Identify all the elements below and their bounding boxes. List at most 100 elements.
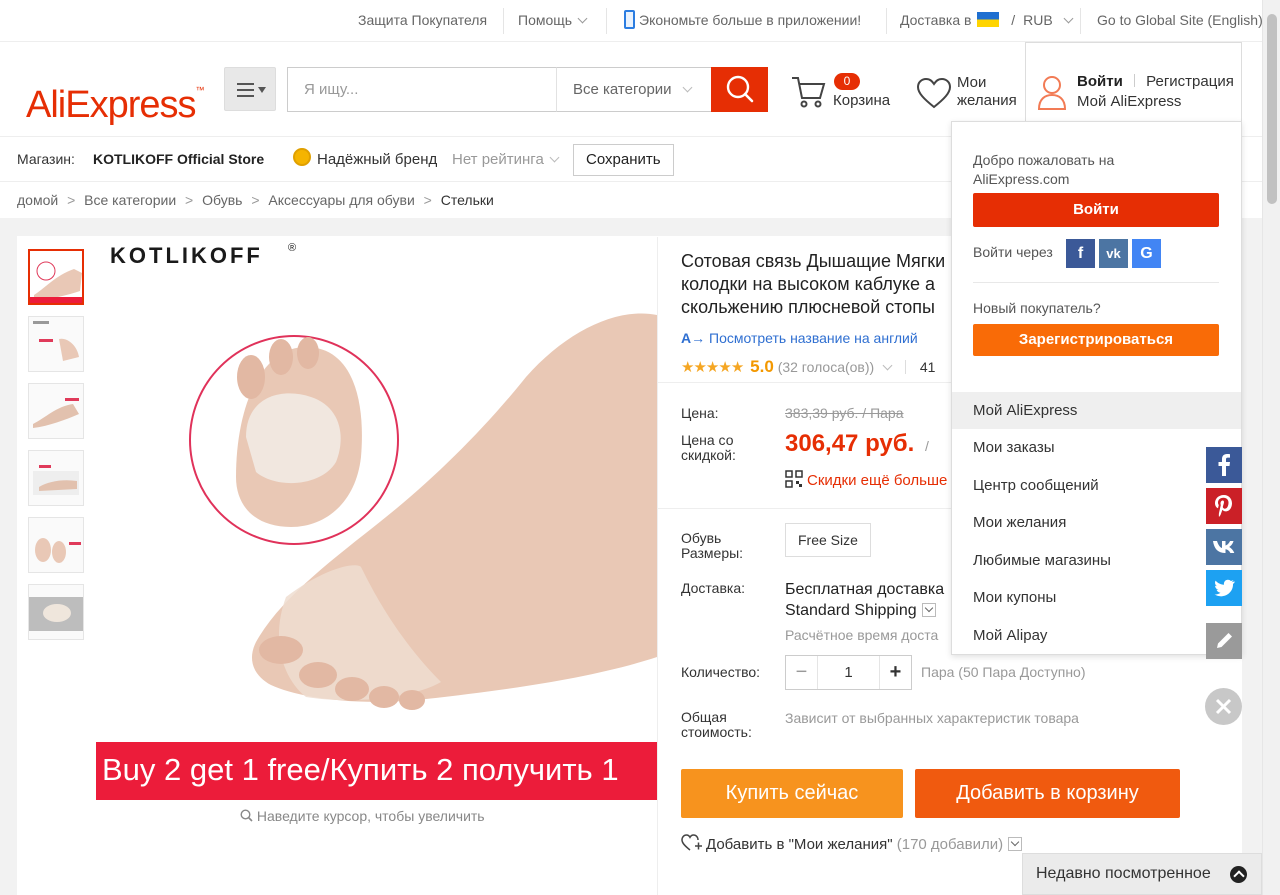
ship-to-label: Доставка в xyxy=(900,12,972,28)
dropdown-register-button[interactable]: Зарегистрироваться xyxy=(973,324,1219,356)
shipping-free: Бесплатная доставка xyxy=(785,581,945,598)
main-product-image[interactable]: KOTLIKOFF ® xyxy=(96,237,657,800)
chevron-up-icon xyxy=(1230,866,1247,883)
scrollbar-thumb[interactable] xyxy=(1267,14,1277,204)
store-rating-menu[interactable]: Нет рейтинга xyxy=(452,151,560,168)
google-login-icon[interactable]: G xyxy=(1132,239,1161,268)
product-title-line: колодки на высоком каблуке а xyxy=(681,274,935,294)
quantity-increase-button[interactable]: + xyxy=(879,656,911,689)
thumbnail-2[interactable] xyxy=(28,316,84,372)
page-scrollbar[interactable] xyxy=(1262,0,1280,895)
thumbnail-1[interactable] xyxy=(28,249,84,305)
star-icon: ★ xyxy=(693,359,706,376)
view-english-title-link[interactable]: A→ Посмотреть название на англий xyxy=(681,330,918,346)
vk-share-icon[interactable] xyxy=(1206,529,1242,565)
register-link[interactable]: Регистрация xyxy=(1146,73,1234,90)
twitter-share-icon[interactable] xyxy=(1206,570,1242,606)
divider xyxy=(1133,74,1135,87)
shipping-service-select[interactable]: Standard Shipping xyxy=(785,602,936,620)
more-discounts-link[interactable]: Скидки ещё больше xyxy=(785,470,947,489)
view-english-title-label: Посмотреть название на англий xyxy=(709,330,918,346)
product-rating[interactable]: ★★★★★ 5.0 (32 голоса(ов)) 41 xyxy=(681,357,935,377)
buyer-protection-link[interactable]: Защита Покупателя xyxy=(358,0,487,41)
size-option-free-size[interactable]: Free Size xyxy=(785,523,871,557)
product-title: Сотовая связь Дышащие Мягки колодки на в… xyxy=(681,250,961,319)
search-input[interactable] xyxy=(288,68,557,111)
product-title-line: Сотовая связь Дышащие Мягки xyxy=(681,251,946,271)
facebook-share-icon[interactable] xyxy=(1206,447,1242,483)
product-thumbnail-image xyxy=(30,251,82,303)
menu-item-my-coupons[interactable]: Мои купоны xyxy=(952,579,1241,616)
product-thumbnail-image xyxy=(29,317,83,371)
dropdown-login-button[interactable]: Войти xyxy=(973,193,1219,227)
divider xyxy=(503,8,504,34)
store-name-link[interactable]: KOTLIKOFF Official Store xyxy=(93,151,264,167)
my-aliexpress-link[interactable]: Мой AliExpress xyxy=(1077,93,1181,110)
twitter-icon xyxy=(1214,579,1235,597)
menu-item-wishlist[interactable]: Мои желания xyxy=(952,504,1241,541)
trusted-brand-badge: Надёжный бренд xyxy=(317,151,438,168)
welcome-line: Добро пожаловать на xyxy=(973,152,1115,168)
breadcrumb-all-categories[interactable]: Все категории xyxy=(84,192,176,208)
save-store-button[interactable]: Сохранить xyxy=(573,144,674,176)
search-category-select[interactable]: Все категории xyxy=(556,67,712,112)
buy-now-button[interactable]: Купить сейчас xyxy=(681,769,903,818)
heart-plus-icon xyxy=(681,834,702,851)
menu-item-my-aliexpress[interactable]: Мой AliExpress xyxy=(952,392,1241,429)
category-menu-button[interactable] xyxy=(224,67,276,111)
thumbnail-6[interactable] xyxy=(28,584,84,640)
aliexpress-logo[interactable]: AliExpress™ xyxy=(26,68,205,127)
breadcrumb-shoe-accessories[interactable]: Аксессуары для обуви xyxy=(268,192,414,208)
thumbnail-4[interactable] xyxy=(28,450,84,506)
facebook-login-icon[interactable]: f xyxy=(1066,239,1095,268)
menu-item-message-center[interactable]: Центр сообщений xyxy=(952,467,1241,504)
add-to-wishlist-link[interactable]: Добавить в "Мои желания" (170 добавили) xyxy=(681,834,1023,853)
search-category-label: Все категории xyxy=(573,81,672,98)
breadcrumb-home[interactable]: домой xyxy=(17,192,58,208)
thumbnail-3[interactable] xyxy=(28,383,84,439)
feedback-edit-button[interactable] xyxy=(1206,623,1242,659)
total-label-line: стоимость: xyxy=(681,724,752,740)
divider xyxy=(886,8,887,34)
breadcrumb: домой > Все категории > Обувь > Аксессуа… xyxy=(17,183,494,217)
breadcrumb-shoes[interactable]: Обувь xyxy=(202,192,242,208)
help-menu[interactable]: Помощь xyxy=(518,0,588,41)
discount-price-label-line: скидкой: xyxy=(681,447,736,463)
star-icon: ★ xyxy=(681,359,694,376)
pinterest-icon xyxy=(1215,495,1232,517)
user-icon xyxy=(1037,76,1067,110)
account-header[interactable]: Войти Регистрация Мой AliExpress xyxy=(1025,42,1242,122)
chevron-down-icon xyxy=(549,152,560,163)
pinterest-share-icon[interactable] xyxy=(1206,488,1242,524)
add-to-cart-button[interactable]: Добавить в корзину xyxy=(915,769,1180,818)
breadcrumb-separator: > xyxy=(423,192,432,208)
divider xyxy=(973,282,1219,283)
wishlist-link[interactable]: Мои желания xyxy=(916,70,1026,114)
vk-icon xyxy=(1213,541,1235,553)
quantity-input[interactable]: 1 xyxy=(818,656,879,689)
rating-value: 5.0 xyxy=(750,357,774,376)
hamburger-icon xyxy=(237,83,266,97)
app-promo-label: Экономьте больше в приложении! xyxy=(639,12,862,28)
search-button[interactable] xyxy=(711,67,768,112)
menu-item-favorite-stores[interactable]: Любимые магазины xyxy=(952,542,1241,579)
currency-label: RUB xyxy=(1023,12,1053,28)
quantity-decrease-button[interactable]: − xyxy=(786,656,818,689)
global-site-link[interactable]: Go to Global Site (English) xyxy=(1097,0,1263,41)
original-price: 383,39 руб. / Пара xyxy=(785,405,904,421)
recently-viewed-bar[interactable]: Недавно посмотренное xyxy=(1022,853,1262,895)
quantity-label: Количество: xyxy=(681,664,761,680)
ship-to-menu[interactable]: Доставка в / RUB xyxy=(900,0,1074,41)
thumbnail-5[interactable] xyxy=(28,517,84,573)
star-icon: ★ xyxy=(730,359,744,376)
chevron-down-icon xyxy=(682,82,693,93)
menu-item-my-alipay[interactable]: Мой Alipay xyxy=(952,617,1241,654)
login-link[interactable]: Войти xyxy=(1077,73,1123,90)
close-share-button[interactable] xyxy=(1205,688,1242,725)
size-label-line: Размеры: xyxy=(681,545,744,561)
app-promo-link[interactable]: Экономьте больше в приложении! xyxy=(624,0,861,41)
help-label: Помощь xyxy=(518,12,573,28)
phone-icon xyxy=(624,10,635,29)
menu-item-my-orders[interactable]: Мои заказы xyxy=(952,429,1241,466)
vk-login-icon[interactable]: vk xyxy=(1099,239,1128,268)
